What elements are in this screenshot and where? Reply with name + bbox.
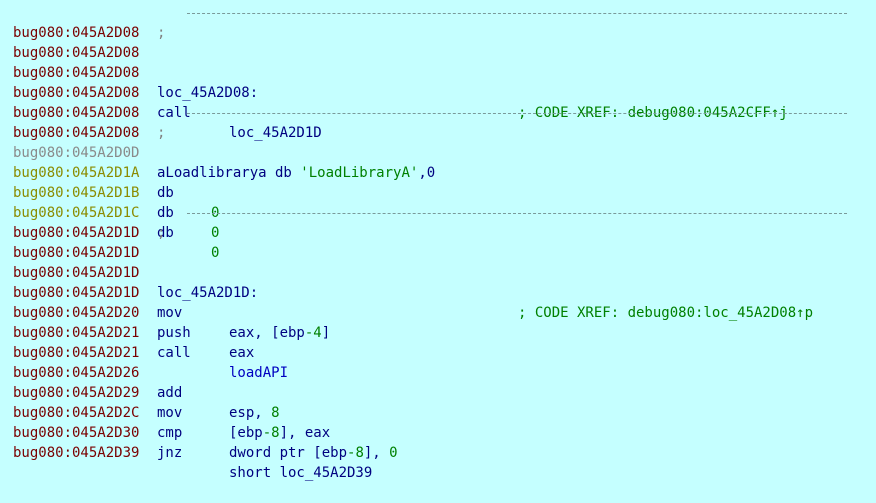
listing-row[interactable]: bug080:045A2D30 jnz short loc_45A2D39 bbox=[0, 403, 876, 481]
separator-line bbox=[187, 13, 847, 14]
listing-row[interactable]: bug080:045A2D1D ; bbox=[0, 203, 876, 241]
operand[interactable]: short loc_45A2D39 bbox=[229, 463, 372, 483]
operand-number: -8 bbox=[347, 445, 364, 461]
listing-row[interactable]: bug080:045A2D21 bbox=[0, 323, 876, 361]
listing-row[interactable]: bug080:045A2D2C cmp dword ptr [ebp-8], 0 bbox=[0, 383, 876, 461]
listing-row[interactable]: bug080:045A2D29 mov [ebp-8], eax bbox=[0, 363, 876, 441]
separator-line bbox=[187, 113, 847, 114]
listing-row[interactable]: bug080:045A2D08 bbox=[0, 23, 876, 61]
listing-row[interactable]: bug080:045A2D1D bbox=[0, 223, 876, 261]
address: bug080:045A2D39 bbox=[13, 445, 140, 461]
mnemonic: jnz bbox=[157, 445, 183, 461]
listing-row[interactable]: bug080:045A2D20 push eax bbox=[0, 283, 876, 361]
listing-row[interactable]: bug080:045A2D1D mov eax, [ebp-4] bbox=[0, 263, 876, 341]
disassembly-listing[interactable]: bug080:045A2D08 ; bug080:045A2D08 bug080… bbox=[0, 0, 876, 481]
operand-text: ], bbox=[363, 445, 390, 461]
operand-text: dword ptr [ebp bbox=[229, 445, 348, 461]
operand-number: 0 bbox=[389, 445, 398, 461]
listing-row[interactable]: bug080:045A2D08 call loc_45A2D1D bbox=[0, 63, 876, 141]
listing-row[interactable]: bug080:045A2D08 ; bbox=[0, 103, 876, 141]
separator-line bbox=[187, 213, 847, 214]
listing-row[interactable]: bug080:045A2D08 bbox=[0, 83, 876, 121]
listing-row[interactable]: bug080:045A2D1D loc_45A2D1D: ; CODE XREF… bbox=[0, 243, 876, 321]
listing-row[interactable]: bug080:045A2D21 call loadAPI bbox=[0, 303, 876, 381]
listing-row[interactable]: bug080:045A2D1B db 0 bbox=[0, 163, 876, 241]
listing-row[interactable]: bug080:045A2D26 add esp, 8 bbox=[0, 343, 876, 421]
separator: ; bbox=[157, 203, 857, 241]
listing-row[interactable]: bug080:045A2D1C db 0 bbox=[0, 183, 876, 261]
listing-row[interactable]: bug080:045A2D0D aLoadlibrarya db 'LoadLi… bbox=[0, 123, 876, 181]
operand[interactable]: dword ptr [ebp-8], 0 bbox=[229, 443, 398, 463]
listing-row[interactable]: bug080:045A2D39 bbox=[0, 423, 876, 461]
separator: ; bbox=[157, 3, 857, 41]
separator: ; bbox=[157, 103, 857, 141]
listing-row[interactable]: bug080:045A2D08 ; bbox=[0, 3, 876, 41]
listing-row[interactable]: bug080:045A2D1A db 0 bbox=[0, 143, 876, 221]
listing-row[interactable]: bug080:045A2D08 loc_45A2D08: ; CODE XREF… bbox=[0, 43, 876, 121]
